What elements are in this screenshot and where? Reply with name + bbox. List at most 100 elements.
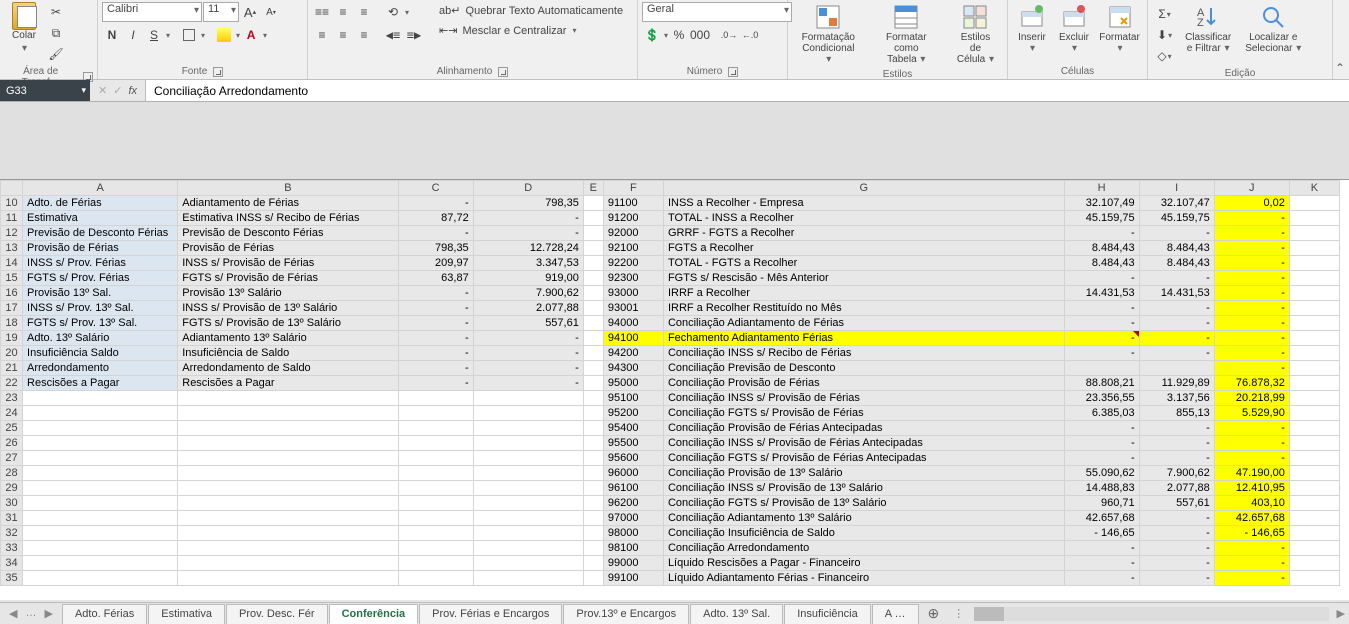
column-header[interactable]: E — [583, 181, 603, 196]
conditional-formatting-button[interactable]: FormataçãoCondicional ▾ — [792, 2, 865, 67]
cell[interactable] — [1289, 436, 1339, 451]
cell[interactable]: INSS a Recolher - Empresa — [663, 196, 1064, 211]
cell[interactable] — [473, 406, 583, 421]
cell[interactable]: - — [1139, 271, 1214, 286]
cell[interactable] — [583, 256, 603, 271]
cell[interactable]: Arredondamento de Saldo — [178, 361, 398, 376]
column-header[interactable]: F — [603, 181, 663, 196]
cell[interactable]: - — [1139, 511, 1214, 526]
cell[interactable]: 91200 — [603, 211, 663, 226]
cell[interactable]: Insuficiência Saldo — [23, 346, 178, 361]
cell[interactable]: 76.878,32 — [1214, 376, 1289, 391]
row-header[interactable]: 11 — [1, 211, 23, 226]
cell[interactable]: 97000 — [603, 511, 663, 526]
row-header[interactable]: 29 — [1, 481, 23, 496]
cell[interactable]: 95200 — [603, 406, 663, 421]
cell[interactable]: - — [1214, 331, 1289, 346]
cell[interactable]: - — [1214, 421, 1289, 436]
cell[interactable]: 12.728,24 — [473, 241, 583, 256]
cell[interactable]: - — [398, 301, 473, 316]
row-header[interactable]: 30 — [1, 496, 23, 511]
cell[interactable] — [583, 541, 603, 556]
cell[interactable]: 919,00 — [473, 271, 583, 286]
cell[interactable] — [1289, 376, 1339, 391]
cell[interactable]: FGTS s/ Prov. Férias — [23, 271, 178, 286]
align-center-button[interactable]: ≡ — [333, 25, 353, 45]
cell[interactable]: - — [1214, 271, 1289, 286]
align-top-button[interactable]: ≡ — [312, 2, 332, 22]
cell[interactable] — [398, 511, 473, 526]
formula-bar[interactable]: Conciliação Arredondamento — [146, 80, 1349, 101]
column-header[interactable]: C — [398, 181, 473, 196]
column-header[interactable]: J — [1214, 181, 1289, 196]
cell[interactable] — [1289, 271, 1339, 286]
cell[interactable] — [23, 421, 178, 436]
cell[interactable] — [583, 406, 603, 421]
align-left-button[interactable]: ≡ — [312, 25, 332, 45]
cell[interactable]: Rescisões a Pagar — [178, 376, 398, 391]
cell[interactable] — [1289, 316, 1339, 331]
cell[interactable]: - — [473, 331, 583, 346]
cell[interactable]: 55.090,62 — [1064, 466, 1139, 481]
row-header[interactable]: 28 — [1, 466, 23, 481]
merge-center-button[interactable]: ⇤⇥ Mesclar e Centralizar ▾ — [435, 22, 627, 39]
column-header[interactable]: B — [178, 181, 398, 196]
cell[interactable]: - — [1064, 316, 1139, 331]
cell[interactable]: - — [1214, 241, 1289, 256]
sheet-tab[interactable]: Conferência — [329, 604, 419, 624]
clear-button[interactable]: ◇ ▾ — [1152, 46, 1177, 66]
cell[interactable] — [583, 556, 603, 571]
cell[interactable]: Estimativa INSS s/ Recibo de Férias — [178, 211, 398, 226]
cell[interactable] — [178, 526, 398, 541]
cell[interactable]: Provisão de Férias — [178, 241, 398, 256]
cell[interactable]: - — [1139, 436, 1214, 451]
cell[interactable]: - — [473, 346, 583, 361]
cell[interactable]: 96200 — [603, 496, 663, 511]
copy-button[interactable]: ⧉ — [46, 23, 66, 43]
cell[interactable] — [1289, 211, 1339, 226]
cell[interactable] — [583, 361, 603, 376]
cell[interactable]: Conciliação Adiantamento 13º Salário — [663, 511, 1064, 526]
cell[interactable]: - — [398, 196, 473, 211]
cell[interactable]: Conciliação Adiantamento de Férias — [663, 316, 1064, 331]
format-as-table-button[interactable]: Formatar comoTabela ▾ — [867, 2, 946, 67]
cell[interactable] — [583, 421, 603, 436]
enter-formula-icon[interactable]: ✓ — [113, 84, 122, 97]
cell[interactable]: 14.488,83 — [1064, 481, 1139, 496]
cell[interactable] — [23, 496, 178, 511]
cell[interactable]: FGTS s/ Prov. 13º Sal. — [23, 316, 178, 331]
cell[interactable]: - — [398, 286, 473, 301]
cell[interactable]: Conciliação INSS s/ Provisão de Férias — [663, 391, 1064, 406]
row-header[interactable]: 32 — [1, 526, 23, 541]
cell[interactable] — [583, 451, 603, 466]
bold-button[interactable] — [102, 25, 122, 45]
cell[interactable] — [178, 406, 398, 421]
cell[interactable] — [583, 241, 603, 256]
cell[interactable] — [23, 406, 178, 421]
cell[interactable]: - — [1064, 571, 1139, 586]
cell[interactable]: 960,71 — [1064, 496, 1139, 511]
cell[interactable] — [473, 421, 583, 436]
cell[interactable] — [583, 286, 603, 301]
cell[interactable]: 14.431,53 — [1064, 286, 1139, 301]
cell[interactable] — [583, 571, 603, 586]
tab-scroll-prev[interactable]: … — [22, 607, 39, 620]
cell[interactable]: - — [1214, 256, 1289, 271]
cell[interactable]: 3.347,53 — [473, 256, 583, 271]
cell[interactable]: 5.529,90 — [1214, 406, 1289, 421]
orientation-button[interactable]: ⟲ — [383, 2, 403, 22]
cell[interactable]: Líquido Rescisões a Pagar - Financeiro — [663, 556, 1064, 571]
cell[interactable]: INSS s/ Provisão de Férias — [178, 256, 398, 271]
underline-button[interactable] — [144, 25, 164, 45]
cell[interactable]: - — [1139, 226, 1214, 241]
row-header[interactable]: 26 — [1, 436, 23, 451]
cell[interactable]: 14.431,53 — [1139, 286, 1214, 301]
cell[interactable] — [178, 451, 398, 466]
cell[interactable] — [1289, 361, 1339, 376]
sheet-tab[interactable]: Prov. Desc. Fér — [226, 604, 328, 624]
font-name-combo[interactable]: Calibri — [102, 2, 202, 22]
cell[interactable] — [1289, 406, 1339, 421]
horizontal-scrollbar[interactable] — [974, 607, 1328, 621]
row-header[interactable]: 25 — [1, 421, 23, 436]
cell[interactable]: 42.657,68 — [1214, 511, 1289, 526]
